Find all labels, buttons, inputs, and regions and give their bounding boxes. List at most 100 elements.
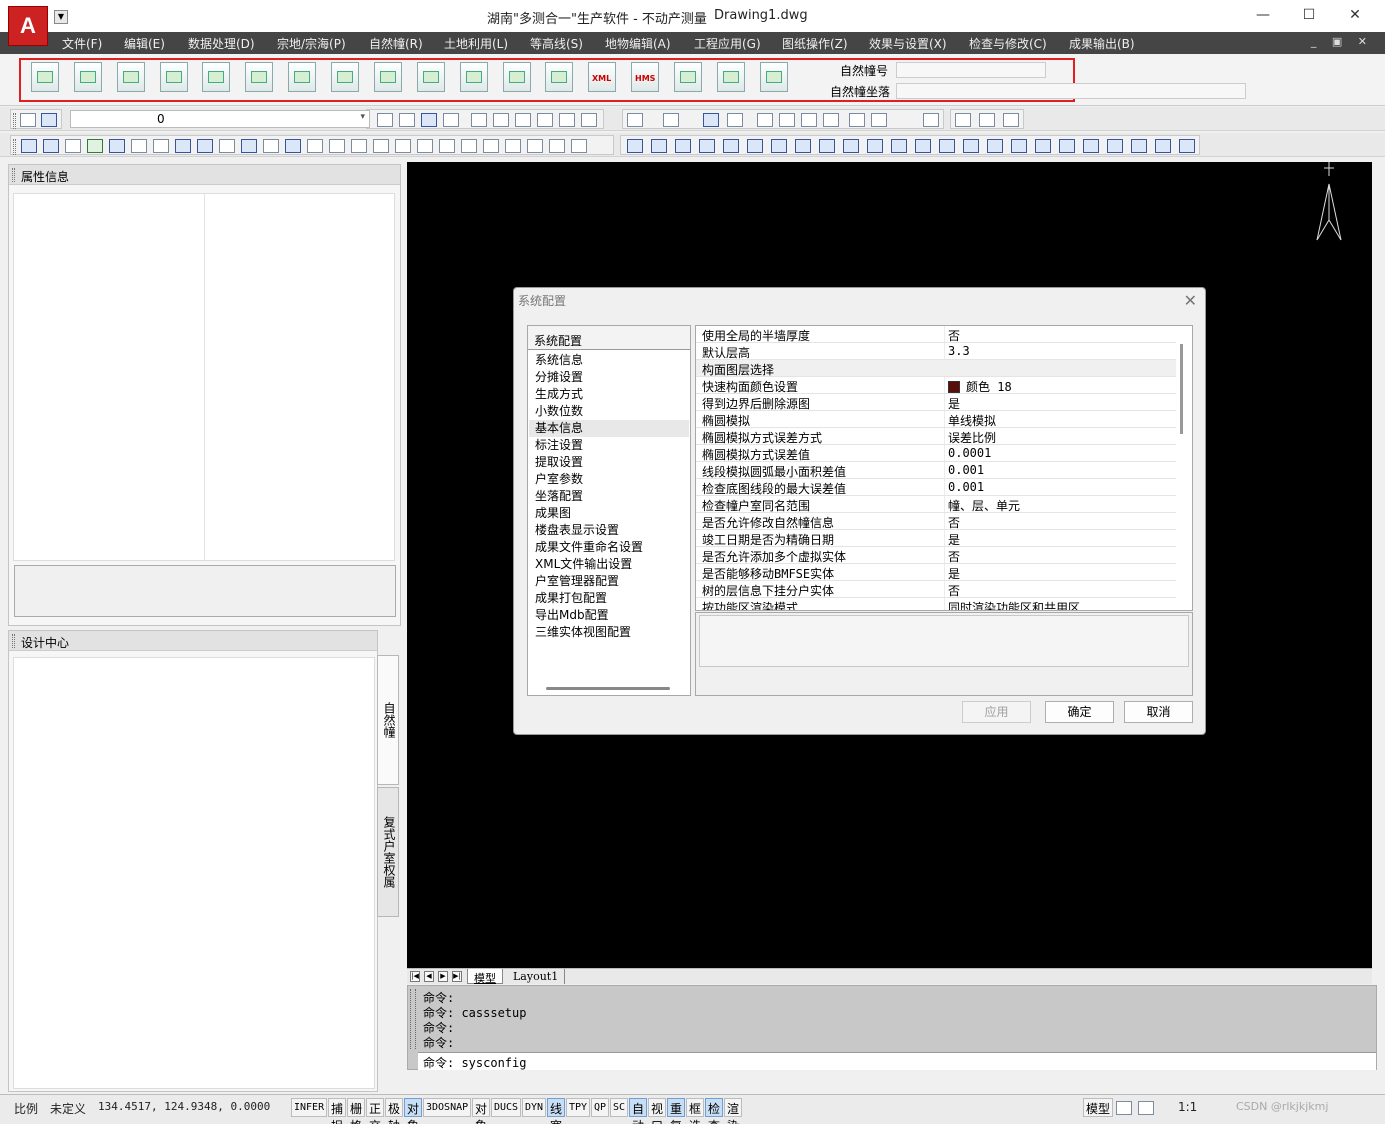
apply-button[interactable]: 应用 <box>962 701 1031 723</box>
menu-building[interactable]: 自然幢(R) <box>369 35 423 52</box>
table-icon[interactable] <box>503 62 531 92</box>
building-save-icon[interactable] <box>117 62 145 92</box>
tab-natural-building[interactable]: 自然幢 <box>377 655 399 785</box>
property-row[interactable]: 椭圆模拟方式误差值 0.0001 <box>696 445 1176 462</box>
status-toggle[interactable]: INFER <box>291 1098 328 1117</box>
menu-effects-settings[interactable]: 效果与设置(X) <box>869 35 947 52</box>
wall-icon[interactable] <box>331 62 359 92</box>
dialog-close-icon[interactable]: ✕ <box>1184 291 1197 310</box>
mdi-window-controls[interactable]: _ ▣ ✕ <box>1311 35 1373 48</box>
snap-parallel-icon[interactable] <box>843 139 859 153</box>
dim-linear-icon[interactable] <box>1179 139 1195 153</box>
category-item[interactable]: 提取设置 <box>529 454 689 471</box>
menu-engineering[interactable]: 工程应用(G) <box>694 35 761 52</box>
menu-file[interactable]: 文件(F) <box>62 35 102 52</box>
snap-insert-icon[interactable] <box>795 139 811 153</box>
line-icon[interactable] <box>939 139 955 153</box>
copy-clip-icon[interactable] <box>779 113 795 127</box>
property-row[interactable]: 按功能区渲染模式 同时渲染功能区和共用区 <box>696 598 1176 610</box>
arc-icon[interactable] <box>527 139 543 153</box>
cross-icon[interactable] <box>1131 139 1147 153</box>
property-row[interactable]: 是否能够移动BMFSE实体 是 <box>696 564 1176 581</box>
width-icon[interactable] <box>1155 139 1171 153</box>
print-icon[interactable] <box>674 62 702 92</box>
arc-3pt-icon[interactable] <box>1035 139 1051 153</box>
delete-icon[interactable] <box>241 139 257 153</box>
status-toggle[interactable]: 自动构面 <box>629 1098 648 1124</box>
cloud-icon[interactable] <box>505 139 521 153</box>
undo-icon[interactable] <box>627 113 643 127</box>
layout-view-icon[interactable] <box>1116 1101 1132 1115</box>
next-layout-button[interactable]: ▶ <box>438 971 448 982</box>
property-row[interactable]: 快速构面颜色设置 颜色 18 <box>696 377 1176 394</box>
curve-icon[interactable] <box>1011 139 1027 153</box>
status-toggle[interactable]: 渲染检查 <box>724 1098 743 1124</box>
property-row[interactable]: 线段模拟圆弧最小面积差值 0.001 <box>696 462 1176 479</box>
text-icon[interactable] <box>439 139 455 153</box>
arrow-left-icon[interactable] <box>1083 139 1099 153</box>
snap-endpoint-icon[interactable] <box>627 139 643 153</box>
snap-nearest-icon[interactable] <box>867 139 883 153</box>
status-toggle[interactable]: 对象追踪 <box>472 1098 491 1124</box>
snap-quadrant-icon[interactable] <box>723 139 739 153</box>
rotate-right-icon[interactable] <box>197 139 213 153</box>
snap-extension-icon[interactable] <box>771 139 787 153</box>
snap-tangent-icon[interactable] <box>915 139 931 153</box>
save-as-icon[interactable] <box>443 113 459 127</box>
paste-icon[interactable] <box>823 113 839 127</box>
command-input[interactable]: 命令: sysconfig <box>418 1052 1376 1070</box>
menu-check-modify[interactable]: 检查与修改(C) <box>969 35 1047 52</box>
open-icon[interactable] <box>399 113 415 127</box>
status-toggle[interactable]: 捕捉 <box>328 1098 347 1124</box>
category-item[interactable]: 户室参数 <box>529 471 689 488</box>
doc-icon[interactable] <box>65 139 81 153</box>
category-item[interactable]: 成果打包配置 <box>529 590 689 607</box>
image-icon[interactable] <box>87 139 103 153</box>
dimension-icon[interactable] <box>351 139 367 153</box>
ok-button[interactable]: 确定 <box>1045 701 1114 723</box>
menu-sheet[interactable]: 图纸操作(Z) <box>782 35 848 52</box>
multi-block-icon[interactable] <box>727 113 743 127</box>
annotation-scale[interactable]: 1:1 <box>1178 1100 1197 1114</box>
grid-settings-icon[interactable] <box>717 62 745 92</box>
minimize-button[interactable]: — <box>1248 4 1278 26</box>
status-toggle[interactable]: 框选模式 <box>686 1098 705 1124</box>
properties-icon[interactable] <box>377 113 393 127</box>
block-icon[interactable] <box>703 113 719 127</box>
status-toggle[interactable]: DYN <box>522 1098 547 1117</box>
status-toggle[interactable]: 检查墙线 <box>705 1098 724 1124</box>
panel-grip[interactable] <box>12 634 15 648</box>
category-item[interactable]: 户室管理器配置 <box>529 573 689 590</box>
spreadsheet-icon[interactable] <box>545 62 573 92</box>
scale-icon[interactable] <box>329 139 345 153</box>
building-edit-icon[interactable] <box>202 62 230 92</box>
status-toggle[interactable]: QP <box>591 1098 610 1117</box>
point-icon[interactable] <box>571 139 587 153</box>
snap-apparent-icon[interactable] <box>891 139 907 153</box>
layer-state-icon[interactable] <box>41 113 57 127</box>
list-edit-icon[interactable] <box>460 62 488 92</box>
angle-icon[interactable] <box>373 139 389 153</box>
building-refresh-icon[interactable] <box>160 62 188 92</box>
status-toggle[interactable]: 栅格 <box>347 1098 366 1124</box>
menu-contour[interactable]: 等高线(S) <box>530 35 583 52</box>
property-info-titlebar[interactable]: 属性信息 <box>9 165 400 185</box>
property-row[interactable]: 是否允许添加多个虚拟实体 否 <box>696 547 1176 564</box>
category-item[interactable]: 坐落配置 <box>529 488 689 505</box>
ellipse-icon[interactable] <box>1059 139 1075 153</box>
render-icon[interactable] <box>955 113 971 127</box>
last-layout-button[interactable]: ▶| <box>452 971 462 982</box>
rectangle-icon[interactable] <box>987 139 1003 153</box>
menu-land-use[interactable]: 土地利用(L) <box>444 35 508 52</box>
property-row[interactable]: 竣工日期是否为精确日期 是 <box>696 530 1176 547</box>
array-icon[interactable] <box>417 139 433 153</box>
property-grid[interactable] <box>13 193 395 561</box>
category-item[interactable]: 三维实体视图配置 <box>529 624 689 641</box>
category-item[interactable]: 成果图 <box>529 505 689 522</box>
floor-plan-icon[interactable] <box>245 62 273 92</box>
region-icon[interactable] <box>483 139 499 153</box>
property-row[interactable]: 椭圆模拟方式误差方式 误差比例 <box>696 428 1176 445</box>
text-style-icon[interactable] <box>263 139 279 153</box>
xml-export-icon[interactable]: XML <box>588 62 616 92</box>
menu-output[interactable]: 成果输出(B) <box>1069 35 1135 52</box>
